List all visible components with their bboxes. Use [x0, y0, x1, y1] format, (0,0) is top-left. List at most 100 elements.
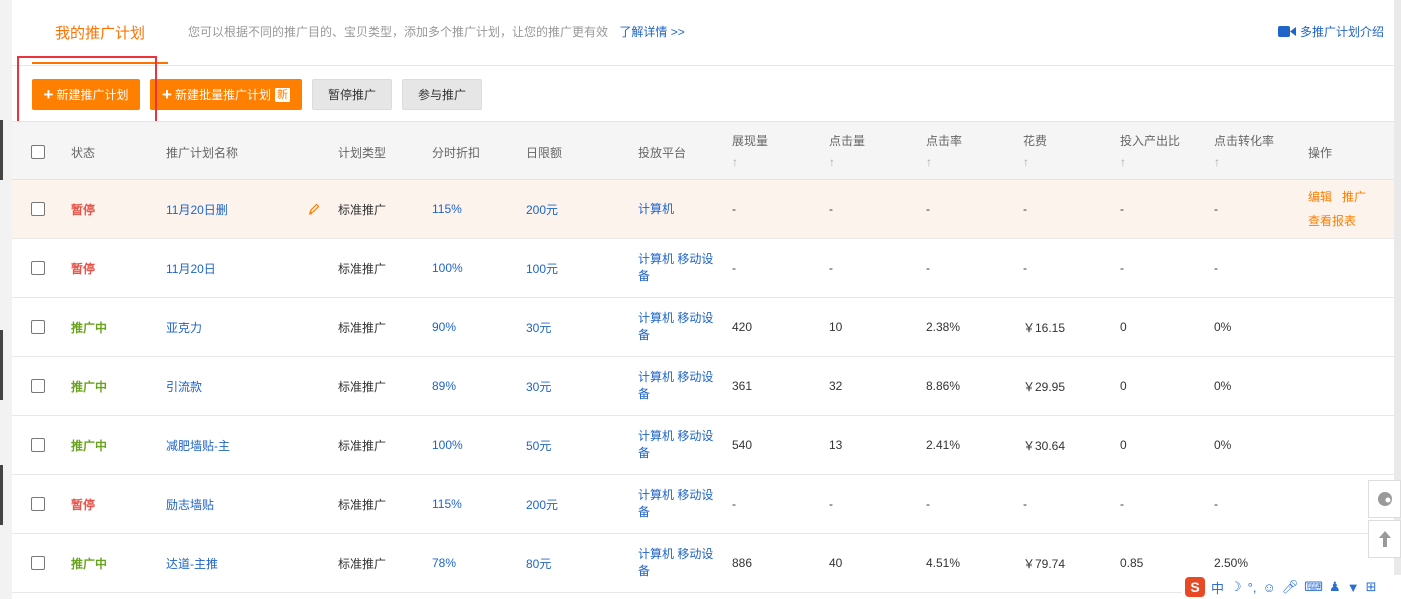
platform-link[interactable]: 计算机 移动设备 — [638, 357, 722, 415]
clicks: 40 — [829, 556, 843, 570]
discount-link[interactable]: 78% — [432, 534, 456, 592]
ctr: - — [926, 202, 930, 216]
status-badge: 暂停 — [71, 261, 96, 276]
header-cvr[interactable]: 点击转化率 ↑ — [1214, 132, 1274, 169]
platform-link[interactable]: 计算机 移动设备 — [638, 239, 722, 297]
header-impressions-label: 展现量 — [732, 134, 769, 148]
daily-limit-link[interactable]: 200元 — [526, 180, 558, 238]
keyboard-icon[interactable]: ⌨ — [1304, 579, 1323, 595]
roi: 0 — [1120, 379, 1127, 393]
row-checkbox[interactable] — [31, 202, 45, 216]
platform-link[interactable]: 计算机 移动设备 — [638, 534, 722, 592]
back-to-top-icon[interactable] — [1368, 520, 1401, 558]
daily-limit-link[interactable]: 100元 — [526, 239, 558, 297]
description-text: 您可以根据不同的推广目的、宝贝类型，添加多个推广计划，让您的推广更有效 — [188, 25, 609, 39]
new-batch-plan-button[interactable]: + 新建批量推广计划 新 — [150, 79, 302, 110]
platform-link[interactable]: 计算机 移动设备 — [638, 475, 722, 533]
row-checkbox[interactable] — [31, 438, 45, 452]
grid-icon[interactable]: ⊞ — [1366, 579, 1377, 595]
platform-link[interactable]: 计算机 — [638, 180, 722, 238]
multi-plan-intro-link[interactable]: 多推广计划介绍 — [1277, 23, 1384, 40]
cvr: 0% — [1214, 379, 1232, 393]
join-promotion-button[interactable]: 参与推广 — [402, 79, 482, 110]
daily-limit-link[interactable]: 30元 — [526, 357, 551, 415]
row-actions: 编辑 推广 查看报表 — [1308, 180, 1366, 238]
row-checkbox[interactable] — [31, 497, 45, 511]
daily-limit-link[interactable]: 80元 — [526, 534, 551, 592]
daily-limit-link[interactable]: 50元 — [526, 416, 551, 474]
punctuation-icon[interactable]: °, — [1248, 580, 1257, 595]
cvr: - — [1214, 202, 1218, 216]
plan-name-link[interactable]: 11月20日 — [166, 239, 216, 297]
platform-link[interactable]: 计算机 移动设备 — [638, 416, 722, 474]
row-checkbox[interactable] — [31, 320, 45, 334]
status-badge: 暂停 — [71, 497, 96, 512]
ctr: 4.51% — [926, 556, 961, 570]
plan-type: 标准推广 — [338, 202, 387, 217]
ctr: 8.86% — [926, 379, 961, 393]
microphone-icon[interactable]: 🎤︎ — [1282, 579, 1299, 595]
discount-link[interactable]: 89% — [432, 357, 456, 415]
pause-promotion-button[interactable]: 暂停推广 — [312, 79, 392, 110]
sort-arrow-icon[interactable]: ↑ — [1120, 155, 1180, 169]
discount-link[interactable]: 90% — [432, 298, 456, 356]
clicks: 32 — [829, 379, 843, 393]
plan-type: 标准推广 — [338, 261, 387, 276]
plan-name-link[interactable]: 励志墙贴 — [166, 475, 214, 533]
discount-link[interactable]: 100% — [432, 239, 463, 297]
plan-name-link[interactable]: 达道-主推 — [166, 534, 218, 592]
feedback-icon[interactable] — [1368, 480, 1401, 518]
row-checkbox[interactable] — [31, 379, 45, 393]
plan-name-link[interactable]: 引流款 — [166, 357, 202, 415]
discount-link[interactable]: 100% — [432, 416, 463, 474]
cost: - — [1023, 202, 1027, 216]
daily-limit-link[interactable]: 30元 — [526, 298, 551, 356]
header-impressions[interactable]: 展现量 ↑ — [732, 132, 768, 169]
shirt-icon[interactable]: ▼ — [1347, 580, 1360, 595]
moon-icon[interactable]: ☽ — [1230, 579, 1242, 595]
header-ctr[interactable]: 点击率 ↑ — [926, 132, 962, 169]
pencil-icon[interactable] — [308, 180, 320, 238]
daily-limit-link[interactable]: 200元 — [526, 475, 558, 533]
header-status: 状态 — [71, 146, 96, 160]
header-type: 计划类型 — [338, 146, 387, 160]
cost: - — [1023, 497, 1027, 511]
view-report-link[interactable]: 查看报表 — [1308, 209, 1356, 233]
row-checkbox[interactable] — [31, 261, 45, 275]
sort-arrow-icon[interactable]: ↑ — [1214, 155, 1274, 169]
plan-name-link[interactable]: 11月20日删 — [166, 180, 228, 238]
sort-arrow-icon[interactable]: ↑ — [829, 155, 865, 169]
smile-icon[interactable]: ☺ — [1262, 580, 1275, 595]
header-clicks[interactable]: 点击量 ↑ — [829, 132, 865, 169]
sort-arrow-icon[interactable]: ↑ — [1023, 155, 1047, 169]
edit-link[interactable]: 编辑 — [1308, 190, 1332, 204]
tab-my-plans[interactable]: 我的推广计划 — [32, 20, 168, 64]
plan-name-link[interactable]: 亚克力 — [166, 298, 202, 356]
cvr: - — [1214, 261, 1218, 275]
header-roi[interactable]: 投入产出比 ↑ — [1120, 132, 1180, 169]
table-row: 暂停 11月20日删 标准推广 115% 200元 计算机 - - - - - … — [12, 180, 1394, 239]
status-badge: 推广中 — [71, 556, 108, 571]
ime-lang-toggle[interactable]: 中 — [1211, 578, 1224, 597]
promote-link[interactable]: 推广 — [1342, 190, 1366, 204]
plus-icon: + — [43, 85, 54, 104]
ctr: 2.41% — [926, 438, 961, 452]
table-row: 推广中 引流款 标准推广 89% 30元 计算机 移动设备 361 32 8.8… — [12, 357, 1394, 416]
new-plan-button[interactable]: + 新建推广计划 — [32, 79, 140, 110]
impressions: - — [732, 497, 736, 511]
sogou-ime-logo[interactable]: S — [1185, 577, 1205, 597]
discount-link[interactable]: 115% — [432, 180, 462, 238]
platform-link[interactable]: 计算机 移动设备 — [638, 298, 722, 356]
user-icon[interactable]: ♟ — [1329, 579, 1341, 595]
select-all-checkbox[interactable] — [31, 145, 45, 159]
sort-arrow-icon[interactable]: ↑ — [732, 155, 768, 169]
sort-arrow-icon[interactable]: ↑ — [926, 155, 962, 169]
roi: 0 — [1120, 320, 1127, 334]
row-checkbox[interactable] — [31, 556, 45, 570]
cvr: 0% — [1214, 438, 1232, 452]
tab-description: 您可以根据不同的推广目的、宝贝类型，添加多个推广计划，让您的推广更有效 了解详情… — [188, 23, 685, 40]
learn-more-link[interactable]: 了解详情 >> — [619, 25, 684, 39]
header-cost[interactable]: 花费 ↑ — [1023, 132, 1047, 169]
discount-link[interactable]: 115% — [432, 475, 462, 533]
plan-name-link[interactable]: 减肥墙贴-主 — [166, 416, 230, 474]
